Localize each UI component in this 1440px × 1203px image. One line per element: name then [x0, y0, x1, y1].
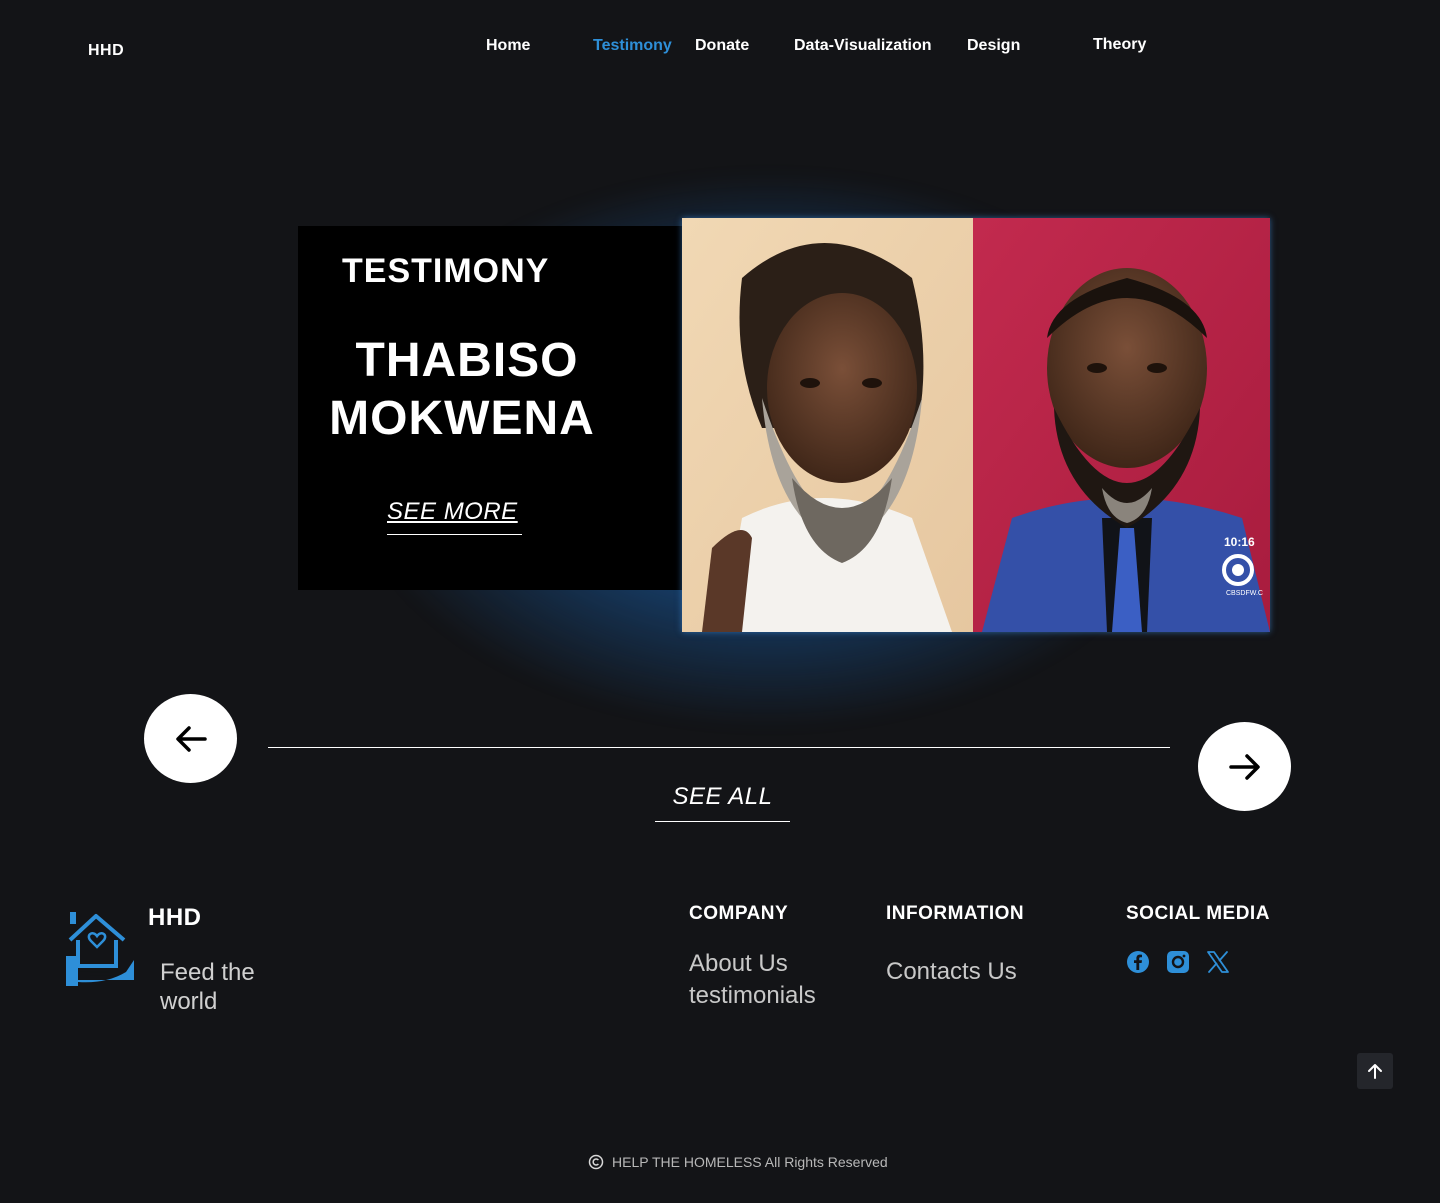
nav-testimony[interactable]: Testimony — [593, 37, 672, 55]
company-heading: COMPANY — [689, 903, 789, 924]
house-hand-logo-icon — [66, 912, 134, 986]
nav-home[interactable]: Home — [486, 37, 530, 55]
photo-channel-overlay: CBSDFW.C — [1226, 590, 1263, 597]
footer-tagline: Feed the world — [160, 959, 255, 1015]
copyright-notice: HELP THE HOMELESS All Rights Reserved — [588, 1154, 888, 1170]
testimony-card: TESTIMONY THABISO MOKWENA SEE MORE — [298, 226, 682, 590]
photo-time-overlay: 10:16 — [1224, 535, 1255, 549]
facebook-icon[interactable] — [1126, 950, 1150, 974]
instagram-icon[interactable] — [1166, 950, 1190, 974]
copyright-text: HELP THE HOMELESS All Rights Reserved — [612, 1154, 888, 1170]
footer-brand: HHD — [148, 904, 202, 931]
copyright-icon — [588, 1154, 604, 1170]
name-line-2: MOKWENA — [329, 392, 595, 445]
footer-link-testimonials[interactable]: testimonials — [689, 982, 816, 1010]
scroll-to-top-button[interactable] — [1357, 1053, 1393, 1089]
testimony-person-name: THABISO MOKWENA — [298, 332, 618, 448]
x-icon[interactable] — [1206, 950, 1230, 974]
arrow-up-icon — [1368, 1064, 1382, 1079]
see-more-link[interactable]: SEE MORE — [387, 498, 522, 535]
social-media-heading: SOCIAL MEDIA — [1126, 903, 1270, 924]
see-all-link[interactable]: SEE ALL — [655, 783, 790, 822]
nav-data-visualization[interactable]: Data-Visualization — [794, 37, 932, 55]
testimony-label: TESTIMONY — [342, 252, 550, 290]
arrow-left-icon — [175, 725, 207, 752]
footer-link-contacts-us[interactable]: Contacts Us — [886, 958, 1017, 986]
next-testimony-button[interactable] — [1198, 722, 1291, 811]
site-brand[interactable]: HHD — [88, 42, 124, 60]
name-line-1: THABISO — [355, 334, 579, 387]
footer-link-about-us[interactable]: About Us — [689, 950, 788, 978]
nav-theory[interactable]: Theory — [1093, 36, 1146, 54]
information-heading: INFORMATION — [886, 903, 1025, 924]
nav-donate[interactable]: Donate — [695, 37, 749, 55]
testimony-photo: 10:16 CBSDFW.C — [682, 218, 1270, 632]
arrow-right-icon — [1228, 753, 1260, 780]
nav-design[interactable]: Design — [967, 37, 1020, 55]
carousel-divider — [268, 747, 1170, 748]
prev-testimony-button[interactable] — [144, 694, 237, 783]
